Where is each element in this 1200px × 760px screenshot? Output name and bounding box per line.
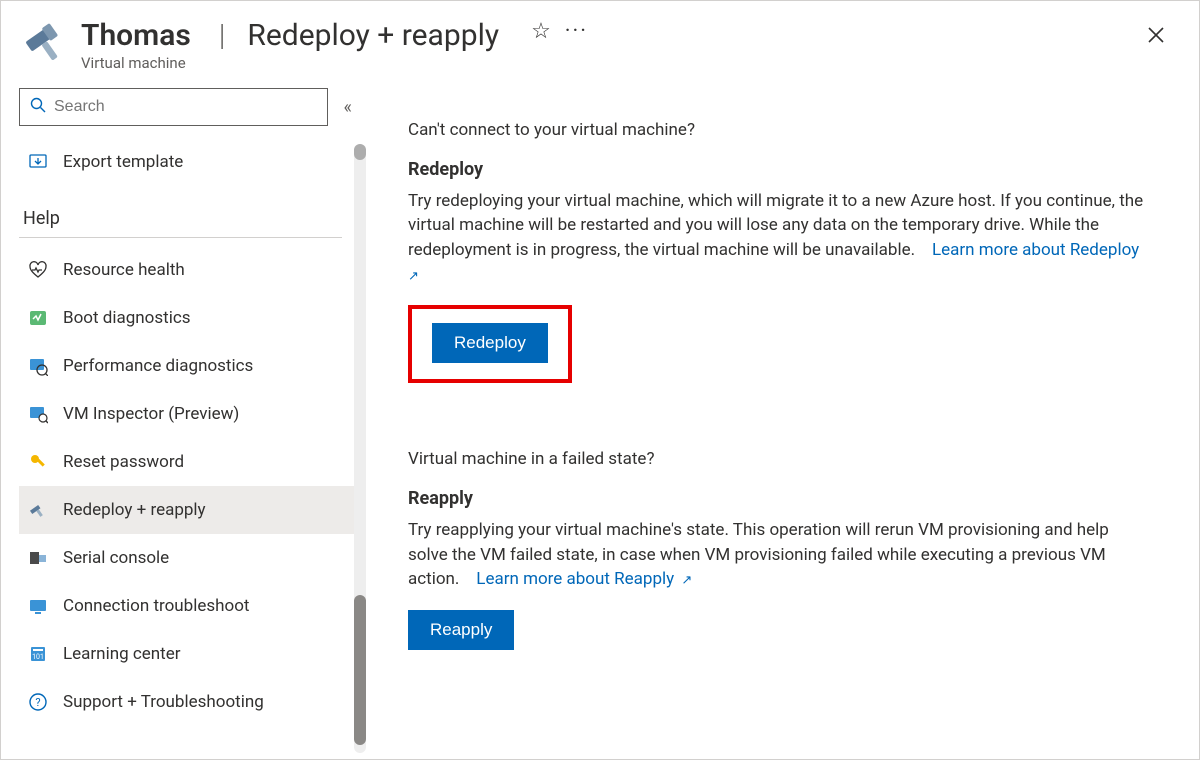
sidebar-item-boot-diagnostics[interactable]: Boot diagnostics (19, 294, 366, 342)
sidebar-item-label: Support + Troubleshooting (63, 692, 264, 712)
sidebar-section-help: Help (19, 186, 366, 237)
sidebar-item-label: Redeploy + reapply (63, 500, 206, 520)
page-title-separator: | (219, 19, 226, 52)
heart-pulse-icon (27, 259, 49, 281)
sidebar-item-label: VM Inspector (Preview) (63, 404, 239, 424)
blade-header: Thomas Virtual machine | Redeploy + reap… (1, 1, 1199, 82)
learn-more-reapply-link[interactable]: Learn more about Reapply ↗ (476, 569, 692, 589)
sidebar-item-label: Reset password (63, 452, 184, 472)
sidebar-item-serial-console[interactable]: Serial console (19, 534, 366, 582)
scrollbar-thumb[interactable] (354, 595, 366, 745)
sidebar-item-label: Boot diagnostics (63, 308, 191, 328)
sidebar-item-label: Performance diagnostics (63, 356, 253, 376)
scrollbar-thumb-top[interactable] (354, 144, 366, 160)
sidebar-item-label: Resource health (63, 260, 185, 280)
external-link-icon: ↗ (408, 269, 419, 284)
sidebar-item-label: Serial console (63, 548, 169, 568)
collapse-sidebar-button[interactable]: « (338, 93, 358, 122)
favorite-star-button[interactable]: ☆ (531, 19, 551, 44)
external-link-icon: ↗ (678, 573, 692, 588)
sidebar: « Export template Help (1, 82, 366, 759)
redeploy-description: Try redeploying your virtual machine, wh… (408, 189, 1148, 288)
svg-text:?: ? (35, 696, 40, 709)
sidebar-item-performance-diagnostics[interactable]: Performance diagnostics (19, 342, 366, 390)
page-title: Redeploy + reapply (247, 19, 499, 52)
search-icon (30, 97, 46, 117)
sidebar-item-label: Connection troubleshoot (63, 596, 249, 616)
resource-type: Virtual machine (81, 54, 191, 72)
export-template-icon (27, 151, 49, 173)
book-icon: 101 (27, 643, 49, 665)
divider (19, 237, 342, 238)
sidebar-item-label: Export template (63, 152, 183, 172)
sidebar-item-connection-troubleshoot[interactable]: Connection troubleshoot (19, 582, 366, 630)
close-blade-button[interactable] (1137, 19, 1175, 56)
sidebar-item-redeploy-reapply[interactable]: Redeploy + reapply (19, 486, 366, 534)
redeploy-button[interactable]: Redeploy (432, 323, 548, 363)
connection-troubleshoot-icon (27, 595, 49, 617)
sidebar-item-resource-health[interactable]: Resource health (19, 246, 366, 294)
svg-text:101: 101 (32, 653, 44, 661)
sidebar-search-box[interactable] (19, 88, 328, 126)
sidebar-search-input[interactable] (54, 98, 317, 116)
help-icon: ? (27, 691, 49, 713)
reapply-question: Virtual machine in a failed state? (408, 447, 1169, 472)
vm-inspector-icon (27, 403, 49, 425)
sidebar-item-learning-center[interactable]: 101 Learning center (19, 630, 366, 678)
hammer-icon (27, 499, 49, 521)
reapply-button[interactable]: Reapply (408, 610, 514, 650)
redeploy-highlight-box: Redeploy (408, 305, 572, 383)
vm-hammer-icon (21, 19, 67, 65)
key-icon (27, 451, 49, 473)
sidebar-item-label: Learning center (63, 644, 181, 664)
more-actions-button[interactable]: ··· (565, 19, 588, 44)
sidebar-scrollbar[interactable] (354, 144, 366, 753)
main-content: Can't connect to your virtual machine? R… (366, 82, 1199, 759)
redeploy-question: Can't connect to your virtual machine? (408, 118, 1169, 143)
serial-console-icon (27, 547, 49, 569)
sidebar-item-export-template[interactable]: Export template (19, 138, 366, 186)
sidebar-item-reset-password[interactable]: Reset password (19, 438, 366, 486)
reapply-description: Try reapplying your virtual machine's st… (408, 518, 1148, 592)
performance-diagnostics-icon (27, 355, 49, 377)
sidebar-item-vm-inspector[interactable]: VM Inspector (Preview) (19, 390, 366, 438)
sidebar-item-support-troubleshooting[interactable]: ? Support + Troubleshooting (19, 678, 366, 726)
resource-name: Thomas (81, 19, 191, 52)
redeploy-heading: Redeploy (408, 157, 1169, 183)
reapply-heading: Reapply (408, 486, 1169, 512)
boot-diagnostics-icon (27, 307, 49, 329)
resource-title-block: Thomas Virtual machine (81, 19, 191, 72)
